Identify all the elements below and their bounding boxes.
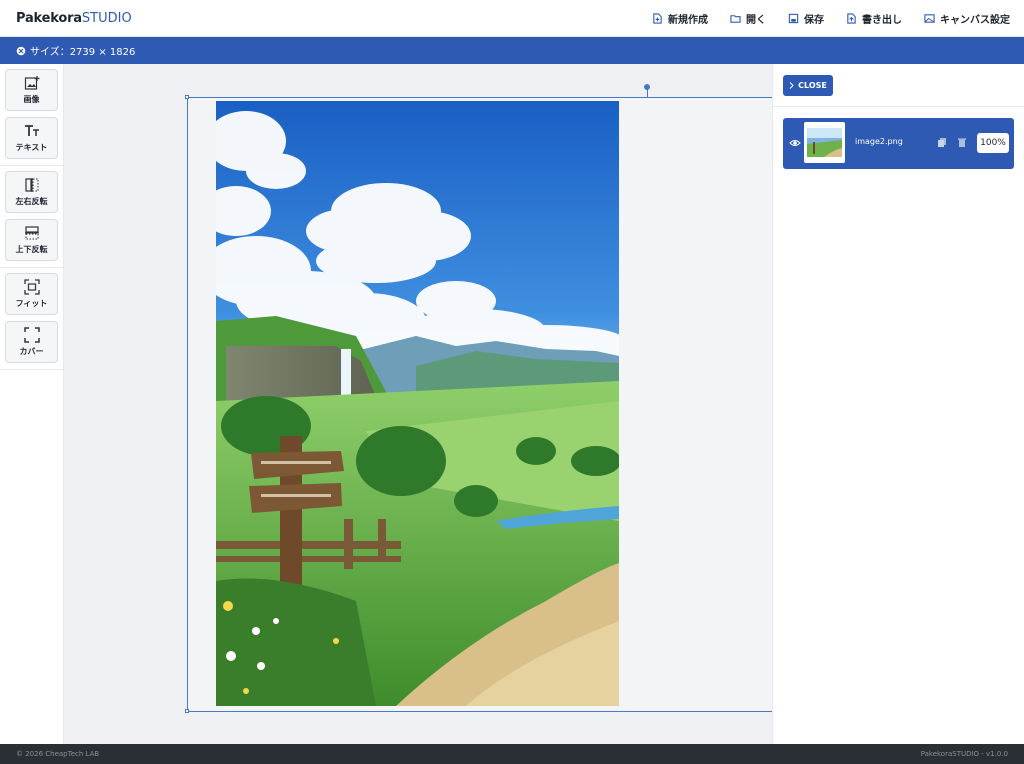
export-button[interactable]: 書き出し	[846, 11, 902, 26]
canvas-settings-icon	[924, 14, 935, 23]
canvas-workspace[interactable]	[64, 64, 772, 744]
landscape-image[interactable]	[216, 101, 619, 706]
fit-icon	[23, 279, 40, 295]
canvas-size-text: サイズ：2739 × 1826	[30, 47, 136, 58]
resize-handle-bottom-left[interactable]	[185, 709, 189, 713]
canvas-info-bar: サイズ：2739 × 1826	[0, 37, 1024, 64]
tool-sidebar: 画像 テキスト 左右反転 上下反転 フィット カバー	[0, 64, 64, 744]
canvas-size-icon	[16, 46, 26, 55]
toolbar-divider	[0, 165, 63, 166]
flip-vertical-button[interactable]: 上下反転	[5, 219, 58, 261]
open-button[interactable]: 開く	[730, 11, 766, 26]
rotate-handle[interactable]	[644, 84, 650, 90]
flip-horizontal-icon	[24, 178, 38, 192]
canvas-settings-label: キャンバス設定	[940, 15, 1010, 26]
cover-icon	[23, 327, 40, 343]
export-label: 書き出し	[862, 15, 902, 26]
resize-handle-top-left[interactable]	[185, 95, 189, 99]
folder-open-icon	[730, 15, 741, 23]
save-button[interactable]: 保存	[788, 11, 824, 26]
flip-vertical-icon	[24, 226, 39, 240]
flip-horizontal-button[interactable]: 左右反転	[5, 171, 58, 213]
text-icon	[24, 125, 39, 136]
add-image-icon	[24, 76, 39, 90]
save-icon	[788, 13, 799, 24]
trash-icon[interactable]	[957, 137, 967, 148]
export-icon	[847, 13, 856, 24]
new-button[interactable]: 新規作成	[652, 11, 708, 26]
save-label: 保存	[804, 15, 824, 26]
fit-label: フィット	[15, 299, 48, 308]
canvas-settings-button[interactable]: キャンバス設定	[924, 11, 1010, 26]
brand-name: Pakekora	[16, 11, 82, 26]
version-text: PakekoraSTUDIO - v1.0.0	[920, 750, 1008, 758]
new-file-icon	[653, 13, 662, 24]
open-label: 開く	[746, 15, 766, 26]
layers-panel: CLOSE image2.png 100%	[772, 64, 1024, 744]
selection-frame-bottom	[187, 711, 772, 712]
app-header: PakekoraSTUDIO 新規作成 開く 保存 書き出し キャンバス設定	[0, 0, 1024, 37]
layer-thumbnail	[804, 122, 845, 163]
close-label: CLOSE	[798, 81, 827, 90]
cover-button[interactable]: カバー	[5, 321, 58, 363]
fit-button[interactable]: フィット	[5, 273, 58, 315]
layer-item[interactable]: image2.png 100%	[783, 118, 1014, 169]
flip-vertical-label: 上下反転	[15, 245, 48, 254]
duplicate-icon[interactable]	[937, 137, 947, 148]
caret-right-icon	[789, 82, 794, 89]
eye-icon[interactable]	[789, 137, 801, 149]
app-footer: © 2026 CheapTech LAB PakekoraSTUDIO - v1…	[0, 744, 1024, 764]
add-image-button[interactable]: 画像	[5, 69, 58, 111]
copyright-text: © 2026 CheapTech LAB	[16, 750, 100, 758]
add-text-button[interactable]: テキスト	[5, 117, 58, 159]
selection-frame-left	[187, 97, 188, 711]
flip-horizontal-label: 左右反転	[15, 197, 48, 206]
brand-suffix: STUDIO	[81, 11, 132, 26]
panel-divider	[773, 106, 1024, 107]
toolbar-divider	[0, 369, 63, 370]
selection-frame-top	[187, 97, 772, 98]
thumbnail-image	[807, 128, 842, 157]
app-logo: PakekoraSTUDIO	[16, 11, 132, 26]
layer-opacity-field[interactable]: 100%	[977, 133, 1009, 153]
close-panel-button[interactable]: CLOSE	[783, 75, 833, 96]
layer-name: image2.png	[855, 137, 903, 146]
file-menu: 新規作成 開く 保存 書き出し キャンバス設定	[652, 0, 1010, 37]
toolbar-divider	[0, 267, 63, 268]
cover-label: カバー	[19, 347, 44, 356]
add-text-label: テキスト	[15, 143, 48, 152]
add-image-label: 画像	[23, 95, 40, 104]
new-label: 新規作成	[668, 15, 708, 26]
